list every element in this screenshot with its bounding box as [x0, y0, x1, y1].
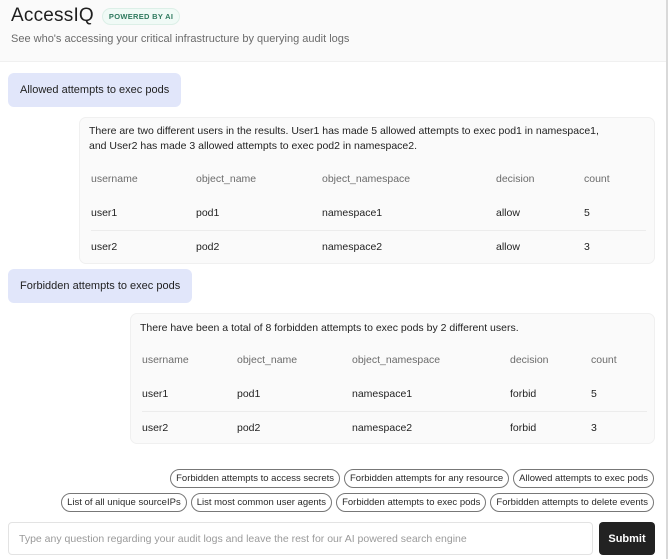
column-header: object_name [196, 173, 257, 185]
cell-count: 3 [584, 229, 646, 264]
cell-username: user2 [142, 410, 237, 445]
column-header: object_name [237, 354, 298, 366]
cell-username: user1 [91, 206, 118, 219]
column-header: count [591, 354, 617, 366]
column-header: object_namespace [352, 354, 441, 366]
cell-object-namespace: namespace1 [352, 387, 413, 400]
cell-object-namespace: namespace2 [352, 410, 510, 445]
column-header: decision [510, 354, 549, 366]
table-row: user2 pod2 namespace2 allow 3 [91, 229, 646, 264]
title-row: AccessIQ POWERED BY AI [11, 5, 181, 27]
powered-by-ai-badge: POWERED BY AI [101, 7, 181, 25]
suggestion-chip[interactable]: Forbidden attempts to access secrets [170, 469, 340, 488]
suggestion-chip[interactable]: List most common user agents [190, 493, 333, 512]
column-header: username [142, 354, 189, 366]
answer-card: There have been a total of 8 forbidden a… [130, 313, 655, 445]
column-header: username [91, 173, 138, 185]
answer-text: There are two different users in the res… [89, 125, 599, 152]
user-query-bubble: Allowed attempts to exec pods [8, 73, 182, 107]
answer-card: There are two different users in the res… [79, 117, 655, 264]
cell-decision: forbid [510, 410, 591, 445]
cell-object-namespace: namespace2 [322, 229, 496, 264]
table-header-row: username object_name object_namespace de… [142, 343, 647, 377]
cell-decision: allow [496, 229, 584, 264]
cell-count: 3 [591, 410, 647, 445]
suggestion-chip[interactable]: Forbidden attempts for any resource [344, 469, 510, 488]
table-row: user1 pod1 namespace1 forbid 5 [142, 377, 647, 411]
table-row: user2 pod2 namespace2 forbid 3 [142, 410, 647, 445]
cell-decision: forbid [510, 387, 537, 400]
table-row: user1 pod1 namespace1 allow 5 [91, 196, 646, 230]
cell-object-name: pod2 [237, 410, 352, 445]
results-table: username object_name object_namespace de… [91, 162, 646, 264]
suggestion-chips-row-2: List of all unique sourceIPs List most c… [61, 493, 654, 512]
results-table: username object_name object_namespace de… [142, 343, 647, 445]
cell-object-name: pod1 [237, 387, 261, 400]
column-header: object_namespace [322, 173, 411, 185]
cell-object-namespace: namespace1 [322, 206, 383, 219]
suggestion-chips-row-1: Forbidden attempts to access secrets For… [170, 469, 654, 488]
cell-username: user2 [91, 229, 196, 264]
suggestion-chip[interactable]: Allowed attempts to exec pods [513, 469, 654, 488]
submit-button[interactable]: Submit [599, 522, 655, 555]
cell-object-name: pod2 [196, 229, 322, 264]
app-title: AccessIQ [11, 5, 94, 26]
suggestion-chip[interactable]: Forbidden attempts to delete events [490, 493, 654, 512]
app-header: AccessIQ POWERED BY AI See who's accessi… [0, 0, 668, 62]
column-header: decision [496, 173, 535, 185]
suggestion-chip[interactable]: List of all unique sourceIPs [61, 493, 187, 512]
cell-count: 5 [591, 387, 597, 400]
user-query-bubble: Forbidden attempts to exec pods [8, 269, 193, 303]
suggestion-chip[interactable]: Forbidden attempts to exec pods [336, 493, 487, 512]
answer-text: There have been a total of 8 forbidden a… [140, 322, 519, 334]
app-subtitle: See who's accessing your critical infras… [11, 33, 350, 45]
table-header-row: username object_name object_namespace de… [91, 162, 646, 196]
search-input[interactable] [8, 522, 593, 555]
cell-object-name: pod1 [196, 206, 220, 219]
column-header: count [584, 173, 610, 185]
cell-username: user1 [142, 387, 169, 400]
cell-decision: allow [496, 206, 520, 219]
cell-count: 5 [584, 206, 590, 219]
